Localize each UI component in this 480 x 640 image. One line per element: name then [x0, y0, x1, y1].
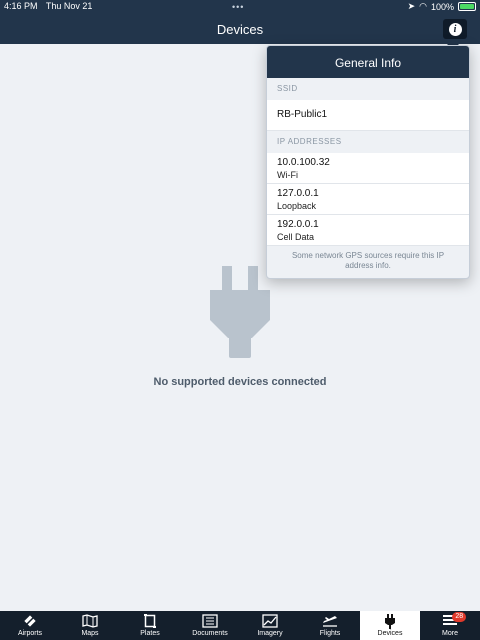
- tab-label: Imagery: [257, 630, 283, 637]
- ssid-section-header: SSID: [267, 78, 469, 100]
- flights-icon: [323, 616, 337, 627]
- tab-flights[interactable]: Flights: [300, 611, 360, 640]
- location-icon: ➤: [407, 1, 416, 11]
- tab-label: More: [442, 630, 458, 637]
- general-info-popover: General Info SSID RB-Public1 IP ADDRESSE…: [266, 45, 470, 279]
- status-bar-left: 4:16 PM Thu Nov 21: [4, 1, 98, 11]
- ip-address: 10.0.100.32: [277, 157, 330, 168]
- ip-type: Loopback: [277, 201, 317, 211]
- notification-badge: 28: [452, 612, 467, 622]
- tab-label: Plates: [140, 630, 160, 637]
- status-date: Thu Nov 21: [45, 1, 93, 11]
- documents-icon: [202, 614, 218, 628]
- ip-address: 127.0.0.1: [277, 188, 319, 199]
- info-button[interactable]: i: [443, 19, 467, 39]
- popover-footer-note: Some network GPS sources require this IP…: [291, 251, 445, 270]
- tab-label: Airports: [17, 630, 43, 637]
- status-bar-right: ➤ ◠ 100%: [408, 1, 476, 12]
- tab-bar: Airports Maps Plates Documents Imagery F…: [0, 611, 480, 640]
- ip-row: 127.0.0.1 Loopback: [267, 184, 469, 215]
- maps-icon: [82, 614, 98, 628]
- battery-icon: [458, 2, 476, 11]
- tab-label: Maps: [81, 630, 99, 637]
- tab-documents[interactable]: Documents: [180, 611, 240, 640]
- tab-devices[interactable]: Devices: [360, 611, 420, 640]
- ip-row: 10.0.100.32 Wi-Fi: [267, 153, 469, 184]
- tab-label: Devices: [377, 630, 403, 637]
- page-title: Devices: [216, 22, 264, 37]
- status-time: 4:16 PM: [4, 1, 38, 11]
- ip-section-header: IP ADDRESSES: [267, 131, 469, 153]
- tab-label: Documents: [192, 630, 228, 637]
- info-icon: i: [448, 22, 462, 36]
- airports-icon: [24, 615, 36, 627]
- ip-type: Cell Data: [277, 232, 315, 242]
- battery-percent: 100%: [430, 1, 454, 12]
- plug-icon: [385, 614, 395, 629]
- tab-more[interactable]: 28 More: [420, 611, 480, 640]
- wifi-icon: ◠: [419, 1, 427, 11]
- top-bar: 4:16 PM Thu Nov 21 ••• ➤ ◠ 100% Devices …: [0, 0, 480, 44]
- plug-icon: [208, 266, 272, 365]
- multitasking-dots-icon[interactable]: •••: [232, 2, 244, 12]
- popover-title: General Info: [267, 46, 469, 78]
- empty-state-message: No supported devices connected: [153, 376, 327, 388]
- ip-address: 192.0.0.1: [277, 219, 319, 230]
- tab-airports[interactable]: Airports: [0, 611, 60, 640]
- imagery-icon: [262, 614, 278, 628]
- plates-icon: [144, 614, 156, 628]
- ip-row: 192.0.0.1 Cell Data: [267, 215, 469, 246]
- ip-type: Wi-Fi: [277, 170, 298, 180]
- tab-maps[interactable]: Maps: [60, 611, 120, 640]
- tab-imagery[interactable]: Imagery: [240, 611, 300, 640]
- tab-plates[interactable]: Plates: [120, 611, 180, 640]
- tab-label: Flights: [319, 630, 341, 637]
- ssid-row: RB-Public1: [267, 100, 469, 131]
